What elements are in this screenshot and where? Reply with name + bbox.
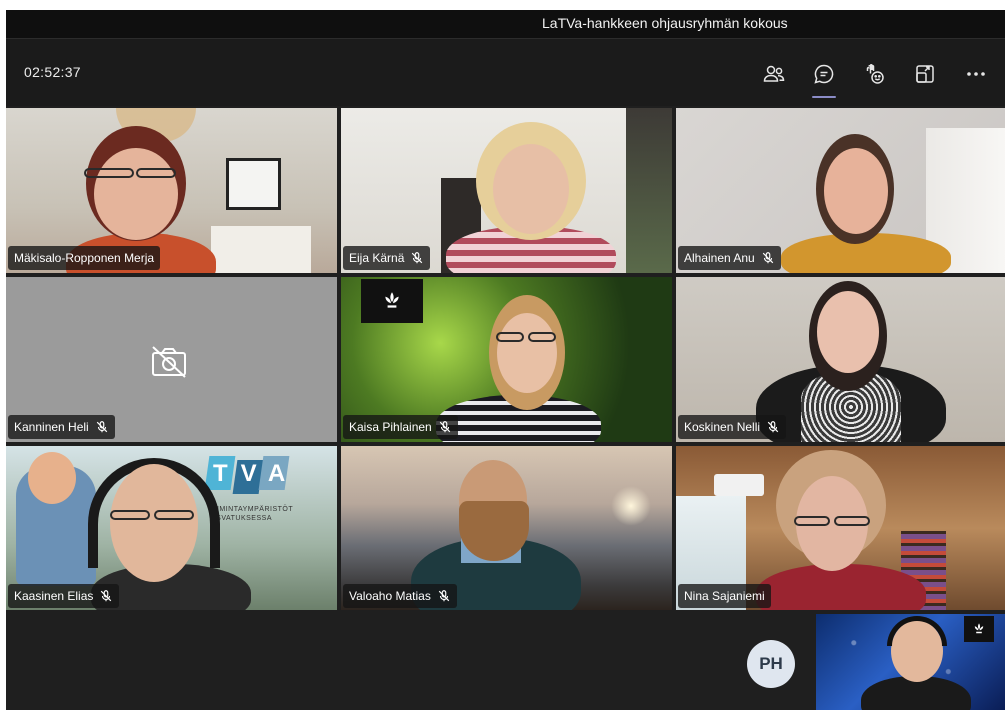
avatar-initials: PH [759,654,783,673]
video-tile[interactable]: Mäkisalo-Ropponen Merja [6,108,337,273]
participant-face [493,144,569,234]
participant-name-label: Kaasinen Elias [8,584,120,608]
overflow-participant-avatar[interactable]: PH [747,640,795,688]
tva-logo: TVA [201,450,293,502]
video-tile[interactable]: TVA OIMINTAYMPÄRISTÖT ASVATUKSESSA Kaasi… [6,446,337,611]
video-tile[interactable]: Kaisa Pihlainen [341,277,672,442]
tva-subtitle: ASVATUKSESSA [211,515,272,522]
video-tile[interactable]: Valoaho Matias [341,446,672,611]
glasses [496,332,524,342]
participant-name: Mäkisalo-Ropponen Merja [14,251,155,265]
glasses [84,168,134,178]
teams-meeting-window: LaTVa-hankkeen ohjausryhmän kokous 02:52… [6,10,1005,710]
window-frame [626,108,672,273]
participants-icon [763,65,785,82]
glasses [136,168,176,178]
tva-subtitle: OIMINTAYMPÄRISTÖT [211,506,294,513]
title-bar: LaTVa-hankkeen ohjausryhmän kokous [6,10,1005,38]
glasses [154,510,194,520]
participant-name-label: Koskinen Nelli [678,415,787,439]
mic-off-icon [412,252,423,264]
sunset-glow [611,486,651,526]
participant-face [110,464,198,582]
participant-name-label: Alhainen Anu [678,246,781,270]
video-tile[interactable]: Kanninen Heli [6,277,337,442]
chat-button[interactable] [807,57,841,98]
bottom-stage: PH [6,610,1005,710]
participant-name-label: Nina Sajaniemi [678,584,771,608]
furniture [211,226,311,273]
participant-name-label: Kaisa Pihlainen [343,415,458,439]
camera-off-icon [152,346,186,378]
participant-name: Kanninen Heli [14,420,89,434]
glasses [110,510,150,520]
tva-logo-text: TVA [213,460,299,487]
self-view-video[interactable] [816,614,1005,710]
more-options-button[interactable] [959,57,993,91]
mic-off-icon [762,252,773,264]
mic-off-icon [96,421,107,433]
participant-face [824,148,888,234]
participant-face [497,313,557,393]
video-tile[interactable]: Koskinen Nelli [676,277,1005,442]
participant-name: Alhainen Anu [684,251,755,265]
participant-name-label: Kanninen Heli [8,415,115,439]
participant-figure [756,564,926,611]
participant-name-label: Valoaho Matias [343,584,457,608]
reactions-icon [866,64,884,84]
participant-name: Eija Kärnä [349,251,405,265]
participant-name: Nina Sajaniemi [684,589,765,603]
mic-off-icon [101,590,112,602]
video-tile[interactable]: Nina Sajaniemi [676,446,1005,611]
glasses [834,516,870,526]
mic-off-icon [439,421,450,433]
participant-name: Kaasinen Elias [14,589,94,603]
wall-picture [226,158,281,210]
share-tray-icon [916,65,934,83]
more-options-icon [967,72,985,76]
participant-name: Koskinen Nelli [684,420,761,434]
background-child-face [28,452,76,504]
video-tile[interactable]: Eija Kärnä [341,108,672,273]
video-tile[interactable]: Alhainen Anu [676,108,1005,273]
participant-name-label: Mäkisalo-Ropponen Merja [8,246,161,270]
participant-name-label: Eija Kärnä [343,246,431,270]
glasses [528,332,556,342]
mic-off-icon [767,421,779,433]
reactions-button[interactable] [857,57,891,91]
share-tray-button[interactable] [908,57,942,91]
university-logo [964,616,994,642]
university-logo [361,279,423,323]
participant-name: Kaisa Pihlainen [349,420,432,434]
glasses [794,516,830,526]
chat-icon [814,64,834,84]
mic-off-icon [438,590,450,602]
participant-face [817,291,879,373]
meeting-toolbar: 02:52:37 [6,38,1005,106]
meeting-timer: 02:52:37 [24,64,81,80]
participant-face [94,148,178,240]
participants-button[interactable] [757,57,791,91]
participant-name: Valoaho Matias [349,589,431,603]
air-conditioner [714,474,764,496]
meeting-title: LaTVa-hankkeen ohjausryhmän kokous [542,15,788,31]
